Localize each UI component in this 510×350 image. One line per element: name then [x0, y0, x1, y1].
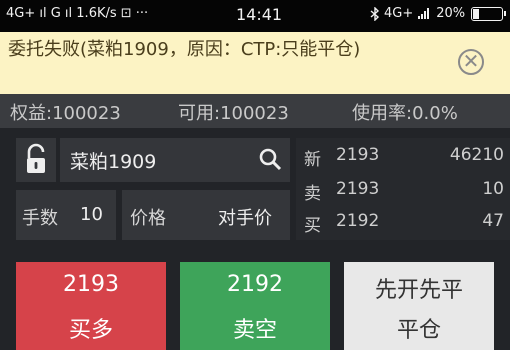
lots-label: 手数: [22, 208, 58, 229]
lots-value: 10: [80, 204, 103, 225]
status-time: 14:41: [236, 5, 283, 24]
status-bar: 4G+ ıl G ıl 1.6K/s ⊡ ··· 14:41 4G+ 20%: [0, 0, 510, 32]
battery-percent: 20%: [436, 6, 466, 21]
network-type: 4G+: [384, 6, 414, 21]
available-text: 可用:100023: [178, 103, 289, 124]
sell-short-button[interactable]: 2192 卖空: [180, 262, 330, 350]
quote-label: 买: [304, 216, 321, 236]
sell-price: 2192: [227, 272, 283, 297]
notice-message: 委托失败(菜粕1909，原因：CTP:只能平仓): [8, 39, 361, 60]
quote-volume: 10: [482, 179, 504, 199]
equity-text: 权益:100023: [10, 103, 121, 124]
symbol-field[interactable]: 菜粕1909: [60, 138, 290, 182]
search-icon[interactable]: [258, 147, 282, 171]
account-bar: 权益:100023 可用:100023 使用率:0.0%: [0, 94, 510, 128]
sell-label: 卖空: [232, 318, 277, 343]
close-label: 平仓: [396, 318, 441, 343]
lots-field[interactable]: 手数 10: [16, 190, 116, 240]
battery-icon: [471, 6, 507, 21]
bluetooth-icon: [370, 6, 380, 21]
close-circle-icon[interactable]: ✕: [458, 49, 484, 75]
close-mode: 先开先平: [374, 278, 463, 303]
buy-long-button[interactable]: 2193 买多: [16, 262, 166, 350]
status-right: 4G+ 20%: [370, 6, 507, 21]
quote-row-last: 新 2193 46210: [296, 142, 510, 172]
status-left: 4G+ ıl G ıl 1.6K/s ⊡ ···: [6, 6, 148, 21]
quote-price: 2193: [336, 179, 380, 199]
price-label: 价格: [130, 208, 166, 229]
quote-volume: 46210: [449, 145, 504, 165]
usage-text: 使用率:0.0%: [352, 103, 458, 124]
quote-label: 新: [304, 150, 321, 170]
quote-label: 卖: [304, 184, 321, 204]
buy-label: 买多: [68, 318, 113, 343]
error-notice: 委托失败(菜粕1909，原因：CTP:只能平仓) ✕: [0, 32, 510, 94]
quote-row-bid: 买 2192 47: [296, 208, 510, 238]
price-value: 对手价: [218, 208, 272, 229]
quote-volume: 47: [482, 211, 504, 231]
lock-button[interactable]: [16, 138, 56, 182]
buy-price: 2193: [63, 272, 119, 297]
quote-price: 2193: [336, 145, 380, 165]
lock-open-icon: [27, 143, 45, 173]
price-field[interactable]: 价格 对手价: [122, 190, 290, 240]
close-position-button[interactable]: 先开先平 平仓: [344, 262, 494, 350]
quote-price: 2192: [336, 211, 380, 231]
signal-icon: [418, 8, 430, 19]
quote-panel: 新 2193 46210 卖 2193 10 买 2192 47: [296, 138, 510, 240]
quote-row-ask: 卖 2193 10: [296, 176, 510, 206]
symbol-value: 菜粕1909: [70, 151, 157, 173]
status-left-text: 4G+ ıl G ıl 1.6K/s ⊡ ···: [6, 6, 149, 21]
battery-fill: [473, 8, 479, 19]
